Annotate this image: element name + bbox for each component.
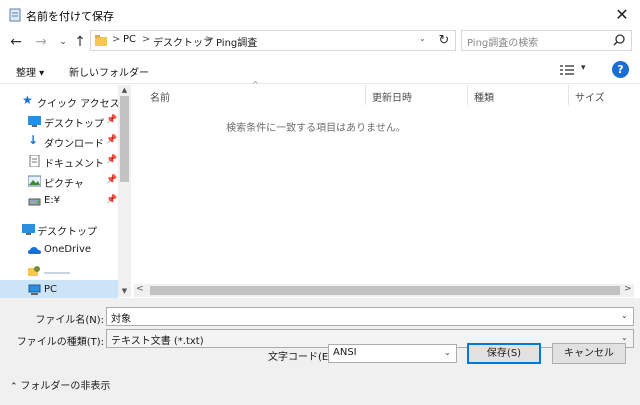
up-arrow-icon[interactable]: ↑ [70,32,90,52]
sidebar-item-desktop-root[interactable]: デスクトップ [0,219,118,239]
save-button[interactable]: 保存(S) [467,343,541,364]
view-options-icon[interactable] [560,64,574,76]
computer-icon [28,284,41,295]
empty-message: 検索条件に一致する項目はありません。 [226,123,406,134]
filetype-label: ファイルの種類(T): [16,337,104,348]
close-button[interactable]: ✕ [610,4,634,26]
scroll-left-icon[interactable]: < [136,284,144,294]
sidebar-item-desktop[interactable]: デスクトップ 📌 [0,111,118,131]
desktop-icon [22,224,35,235]
filename-field[interactable]: 対象 [106,307,634,326]
column-divider[interactable] [568,85,569,105]
hide-folders-label: フォルダーの非表示 [20,381,111,392]
picture-icon [28,175,41,187]
window-title: 名前を付けて保存 [26,10,114,23]
scroll-right-icon[interactable]: > [624,284,632,294]
sidebar-item-documents[interactable]: ドキュメント 📌 [0,151,118,171]
help-icon[interactable]: ? [612,61,629,78]
filename-dropdown-icon[interactable]: ⌄ [621,311,628,320]
sidebar-item-pc[interactable]: PC [0,280,118,300]
pin-icon: 📌 [106,135,118,145]
document-icon [29,155,40,167]
column-header-size[interactable]: サイズ [575,89,605,104]
sidebar-item-drive-e[interactable]: E:¥ 📌 [0,191,118,211]
pin-icon: 📌 [106,175,118,185]
sidebar-item-user[interactable] [0,261,118,281]
sidebar-item-quick-access[interactable]: ★ クイック アクセス [0,91,120,111]
file-list[interactable] [131,85,640,297]
filename-label: ファイル名(N): [35,315,104,326]
forward-arrow-icon[interactable]: → [31,32,51,52]
folder-icon [95,35,107,46]
column-header-name[interactable]: 名前 [150,89,170,104]
column-divider[interactable] [467,85,468,105]
encoding-dropdown-icon[interactable]: ⌄ [444,348,451,357]
user-folder-icon [28,266,40,276]
desktop-icon [28,116,41,127]
sidebar-item-downloads[interactable]: ↓ ダウンロード 📌 [0,131,118,151]
encoding-label: 文字コード(E): [268,352,336,363]
column-header-modified[interactable]: 更新日時 [372,89,412,104]
scroll-down-icon[interactable]: ▼ [118,286,131,296]
sidebar-item-onedrive[interactable]: OneDrive [0,240,118,260]
notepad-icon [9,8,21,22]
view-dropdown-icon[interactable]: ▾ [581,63,586,73]
back-arrow-icon[interactable]: ← [6,32,26,52]
breadcrumb-ping[interactable]: Ping調査 [216,34,257,49]
sort-ascending-icon: ^ [252,80,259,89]
cancel-button[interactable]: キャンセル [552,343,626,364]
sidebar-item-pictures[interactable]: ピクチャ 📌 [0,171,118,191]
search-icon [613,34,625,46]
star-icon: ★ [22,93,33,107]
redacted-username [44,272,70,274]
horizontal-scroll-thumb[interactable] [150,286,620,295]
column-divider[interactable] [365,85,366,105]
pin-icon: 📌 [106,115,118,125]
address-dropdown-icon[interactable]: ⌄ [419,34,426,43]
breadcrumb-separator: > [112,34,121,45]
sidebar-scroll-thumb[interactable] [120,96,129,182]
encoding-select[interactable]: ANSI [328,344,457,363]
filetype-dropdown-icon[interactable]: ⌄ [621,333,628,342]
breadcrumb-desktop[interactable]: デスクトップ [153,34,213,49]
cloud-icon [28,247,41,254]
search-placeholder: Ping調査の検索 [467,38,539,49]
chevron-up-icon: ⌃ [10,382,21,392]
breadcrumb-separator: > [205,34,214,45]
download-icon: ↓ [28,133,39,147]
drive-icon [28,198,41,206]
organize-button[interactable]: 整理 ▾ [16,64,44,79]
new-folder-button[interactable]: 新しいフォルダー [69,64,149,79]
pin-icon: 📌 [106,155,118,165]
refresh-icon[interactable]: ↻ [434,31,454,50]
pin-icon: 📌 [106,195,118,205]
breadcrumb-separator: > [142,34,151,45]
hide-folders-toggle[interactable]: ⌃ フォルダーの非表示 [10,377,110,392]
breadcrumb-pc[interactable]: PC [123,34,136,45]
scroll-up-icon[interactable]: ▲ [118,85,131,95]
column-header-type[interactable]: 種類 [474,89,494,104]
